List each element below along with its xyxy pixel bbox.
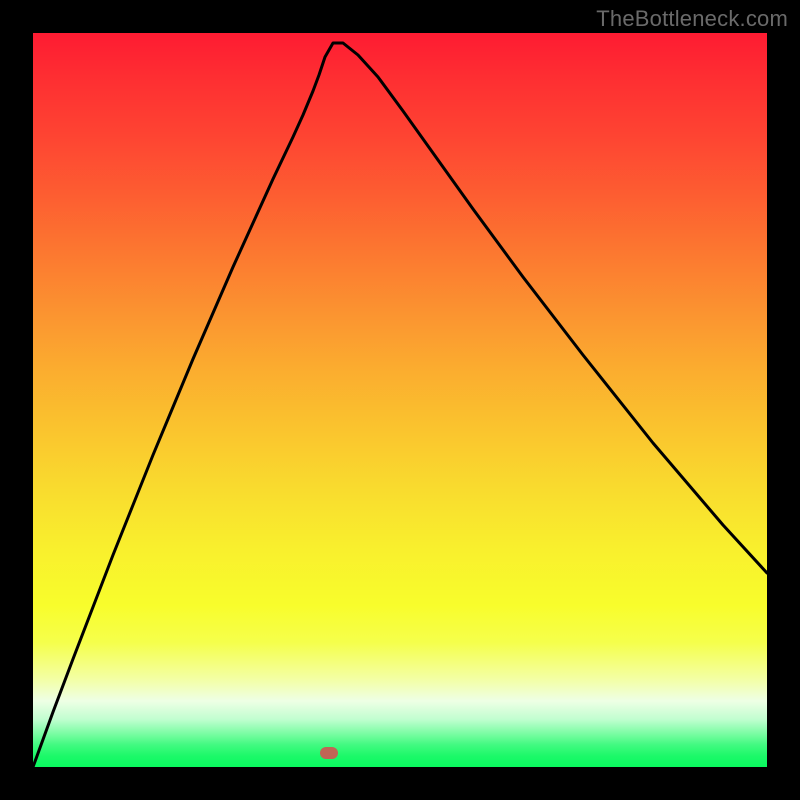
plot-area bbox=[33, 33, 767, 767]
gradient-background bbox=[33, 33, 767, 767]
trough-marker bbox=[320, 747, 338, 759]
watermark-text: TheBottleneck.com bbox=[596, 6, 788, 32]
chart-frame: TheBottleneck.com bbox=[0, 0, 800, 800]
